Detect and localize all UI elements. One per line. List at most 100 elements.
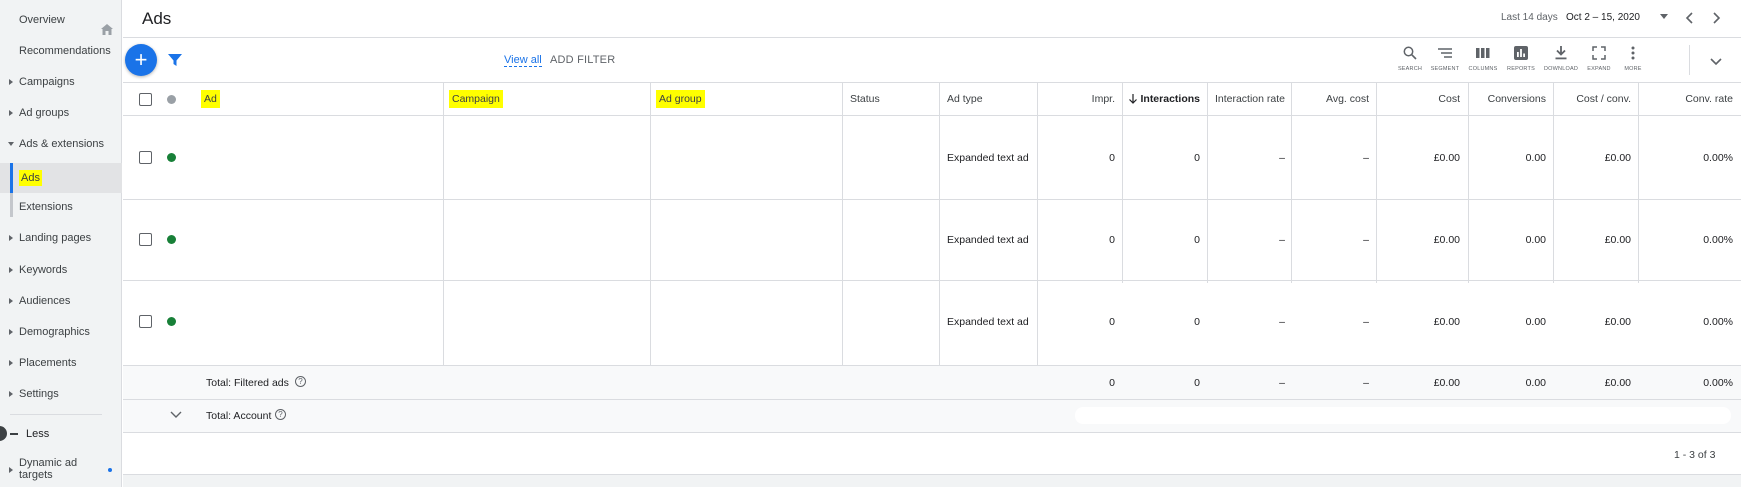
date-range-picker[interactable]: Oct 2 – 15, 2020 (1566, 12, 1640, 23)
column-header-avg-cost[interactable]: Avg. cost (1291, 93, 1369, 105)
cell-cost-conv: £0.00 (1604, 234, 1631, 246)
sidebar-item-dynamic-ad-targets[interactable]: Dynamic ad targets (0, 457, 122, 485)
cell-conversions: 0.00 (1525, 152, 1546, 164)
search-button[interactable]: SEARCH (1392, 44, 1428, 78)
cell-ad-type: Expanded text ad (947, 152, 1029, 164)
column-header-cost-conv[interactable]: Cost / conv. (1553, 93, 1631, 105)
column-header-conv-rate[interactable]: Conv. rate (1638, 93, 1733, 105)
new-indicator-dot (108, 468, 112, 472)
sidebar-item-audiences[interactable]: Audiences (0, 291, 122, 311)
sidebar-item-overview[interactable]: Overview (0, 10, 122, 35)
active-indicator (10, 163, 13, 193)
column-header-conversions[interactable]: Conversions (1468, 93, 1546, 105)
column-header-ad-type[interactable]: Ad type (947, 93, 983, 105)
cell-avg-cost: – (1363, 234, 1369, 246)
table-row[interactable]: Expanded text ad 0 0 – – £0.00 0.00 £0.0… (123, 116, 1741, 200)
column-header-campaign[interactable]: Campaign (449, 90, 503, 108)
sidebar-item-ads[interactable]: Ads (0, 163, 122, 193)
sidebar-divider (10, 414, 102, 415)
total-cost: £0.00 (1433, 377, 1460, 389)
table-row[interactable]: Expanded text ad 0 0 – – £0.00 0.00 £0.0… (123, 281, 1741, 366)
expand-arrow-icon (9, 79, 13, 85)
sidebar-item-placements[interactable]: Placements (0, 353, 122, 373)
column-header-interaction-rate[interactable]: Interaction rate (1207, 93, 1285, 105)
column-header-ad[interactable]: Ad (201, 90, 220, 108)
chevron-down-icon[interactable] (170, 410, 182, 420)
cell-interaction-rate: – (1279, 234, 1285, 246)
cell-conversions: 0.00 (1525, 316, 1546, 328)
column-header-cost[interactable]: Cost (1376, 93, 1460, 105)
cell-cost: £0.00 (1433, 316, 1460, 328)
sidebar-item-keywords[interactable]: Keywords (0, 260, 122, 280)
segment-button[interactable]: SEGMENT (1427, 44, 1463, 78)
table-toolbar: + View all ADD FILTER SEARCH SEGMENT COL… (123, 38, 1741, 83)
sidebar-item-ad-groups[interactable]: Ad groups (0, 103, 122, 123)
sidebar-item-campaigns[interactable]: Campaigns (0, 72, 122, 92)
total-account-row: Total: Account ? (123, 400, 1741, 433)
sidebar-item-ads-extensions[interactable]: Ads & extensions (0, 134, 122, 154)
cell-cost: £0.00 (1433, 152, 1460, 164)
column-header-impr[interactable]: Impr. (1037, 93, 1115, 105)
add-button[interactable]: + (125, 44, 157, 76)
sidebar-item-demographics[interactable]: Demographics (0, 322, 122, 342)
chevron-down-icon[interactable] (1709, 54, 1723, 68)
column-header-ad-group[interactable]: Ad group (656, 90, 705, 108)
cell-conv-rate: 0.00% (1703, 234, 1733, 246)
status-filter-icon[interactable] (167, 95, 176, 104)
sidebar-item-label: Ads & extensions (19, 138, 104, 150)
filter-icon[interactable] (168, 53, 182, 67)
sidebar-item-label: Placements (19, 357, 77, 369)
expand-button[interactable]: EXPAND (1581, 44, 1617, 78)
cell-interactions: 0 (1194, 152, 1200, 164)
columns-button[interactable]: COLUMNS (1465, 44, 1501, 78)
sidebar-item-settings[interactable]: Settings (0, 384, 122, 404)
chevron-right-icon[interactable] (1709, 11, 1723, 25)
toolbar-divider (1689, 45, 1690, 75)
sidebar-item-landing-pages[interactable]: Landing pages (0, 228, 122, 248)
sidebar-item-recommendations[interactable]: Recommendations (0, 41, 122, 61)
sidebar-item-label: Settings (19, 388, 59, 400)
less-circle-icon (0, 426, 7, 441)
cell-avg-cost: – (1363, 316, 1369, 328)
cell-conversions: 0.00 (1525, 234, 1546, 246)
chevron-left-icon[interactable] (1683, 11, 1697, 25)
column-header-interactions[interactable]: Interactions (1122, 93, 1200, 105)
fullscreen-icon (1592, 46, 1606, 60)
row-checkbox[interactable] (139, 315, 152, 328)
sidebar-item-label: Dynamic ad targets (19, 457, 78, 481)
row-checkbox[interactable] (139, 151, 152, 164)
total-conv-rate: 0.00% (1703, 377, 1733, 389)
status-enabled-icon (167, 317, 176, 326)
search-icon (1403, 46, 1417, 60)
sidebar-item-label-wrap: Ads (19, 163, 42, 193)
page-header: Ads Last 14 days Oct 2 – 15, 2020 (123, 0, 1741, 38)
column-header-status[interactable]: Status (850, 93, 880, 105)
row-checkbox[interactable] (139, 233, 152, 246)
table-row[interactable]: Expanded text ad 0 0 – – £0.00 0.00 £0.0… (123, 200, 1741, 281)
download-button[interactable]: DOWNLOAD (1543, 44, 1579, 78)
date-dropdown-icon[interactable] (1660, 14, 1668, 19)
cell-cost: £0.00 (1433, 234, 1460, 246)
cell-impr: 0 (1109, 316, 1115, 328)
add-filter-button[interactable]: ADD FILTER (550, 54, 615, 66)
status-enabled-icon (167, 235, 176, 244)
total-conversions: 0.00 (1525, 377, 1546, 389)
cell-conv-rate: 0.00% (1703, 152, 1733, 164)
column-header-ad-label: Ad (201, 90, 220, 108)
select-all-checkbox[interactable] (139, 93, 152, 106)
more-button[interactable]: MORE (1615, 44, 1651, 78)
help-icon[interactable]: ? (295, 376, 306, 387)
page-title: Ads (142, 9, 172, 28)
sidebar-item-label: Landing pages (19, 232, 92, 244)
sidebar-item-label: Ads (19, 170, 42, 186)
cell-ad-type: Expanded text ad (947, 316, 1029, 328)
total-filtered-label: Total: Filtered ads (206, 377, 289, 389)
view-all-link[interactable]: View all (504, 54, 542, 67)
sidebar-item-extensions[interactable]: Extensions (0, 197, 122, 217)
sidebar-less-toggle[interactable]: Less (0, 424, 122, 444)
help-icon[interactable]: ? (275, 409, 286, 420)
reports-icon (1514, 46, 1528, 60)
reports-button[interactable]: REPORTS (1503, 44, 1539, 78)
pagination-info: 1 - 3 of 3 (1674, 449, 1716, 461)
account-totals-redacted (1075, 407, 1731, 424)
